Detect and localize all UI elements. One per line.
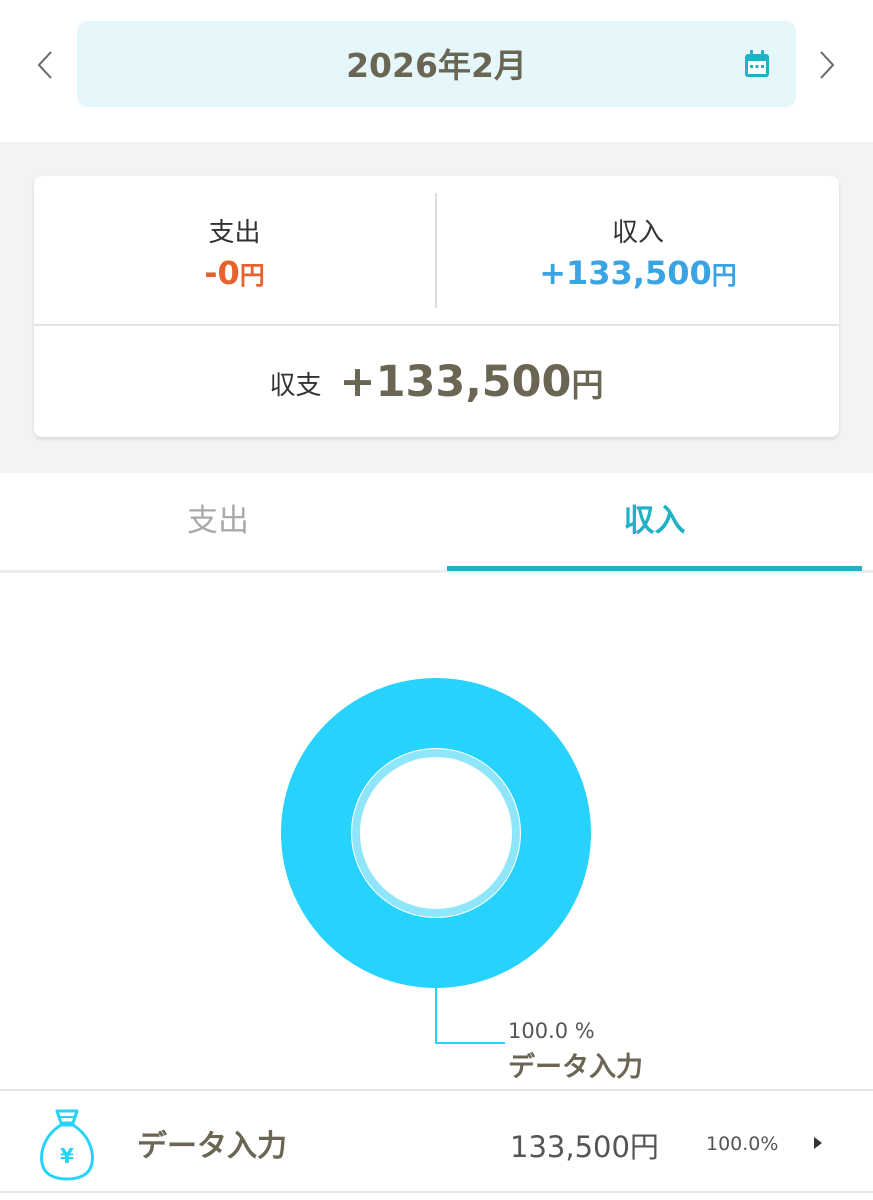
tab-expense[interactable]: 支出 — [0, 473, 436, 570]
expense-summary: 支出 -0円 — [34, 176, 435, 326]
svg-text:¥: ¥ — [60, 1144, 74, 1168]
summary-top: 支出 -0円 収入 +133,500円 — [34, 176, 839, 326]
prev-month-button[interactable] — [27, 40, 63, 90]
slice-category-label: データ入力 — [508, 1052, 643, 1083]
balance-label: 収支 — [269, 371, 322, 401]
donut-inner-ring — [352, 749, 520, 917]
donut-chart — [0, 576, 873, 1088]
chevron-right-icon — [820, 51, 835, 79]
income-summary: 収入 +133,500円 — [437, 176, 839, 326]
expense-amount: -0 — [204, 254, 240, 292]
category-amount: 133,500円 — [510, 1130, 659, 1164]
month-label: 2026年2月 — [346, 46, 527, 85]
balance-value: +133,500円 — [340, 357, 604, 407]
active-tab-indicator — [447, 566, 862, 571]
category-name: データ入力 — [137, 1129, 287, 1164]
chevron-left-icon — [37, 51, 52, 79]
category-percent: 100.0% — [706, 1133, 779, 1155]
balance-amount: +133,500 — [339, 356, 572, 407]
donut-slice[interactable] — [280, 678, 591, 988]
balance-summary: 収支 +133,500円 — [34, 326, 839, 437]
calendar-icon[interactable] — [743, 49, 771, 79]
expense-label: 支出 — [208, 218, 261, 248]
money-bag-icon: ¥ — [40, 1109, 94, 1181]
balance-unit: 円 — [571, 365, 604, 404]
tab-income[interactable]: 収入 — [447, 473, 862, 570]
expense-value: -0円 — [34, 254, 435, 292]
income-unit: 円 — [711, 261, 737, 290]
top-bar: 2026年2月 — [0, 0, 873, 142]
income-label: 収入 — [611, 218, 664, 248]
income-amount: +133,500 — [539, 254, 712, 292]
slice-percent-label: 100.0 % — [508, 1019, 595, 1043]
next-month-button[interactable] — [809, 40, 845, 90]
income-value: +133,500円 — [437, 254, 839, 292]
tab-bar: 支出 収入 — [0, 473, 873, 573]
list-item[interactable]: ¥ データ入力 133,500円 100.0% — [0, 1089, 873, 1193]
slice-leader-line — [435, 988, 505, 1044]
donut-chart-svg — [280, 678, 591, 1044]
summary-card: 支出 -0円 収入 +133,500円 収支 +133,500円 — [34, 176, 839, 437]
month-selector[interactable]: 2026年2月 — [77, 21, 796, 107]
caret-right-icon — [814, 1137, 822, 1149]
expense-unit: 円 — [239, 261, 265, 290]
